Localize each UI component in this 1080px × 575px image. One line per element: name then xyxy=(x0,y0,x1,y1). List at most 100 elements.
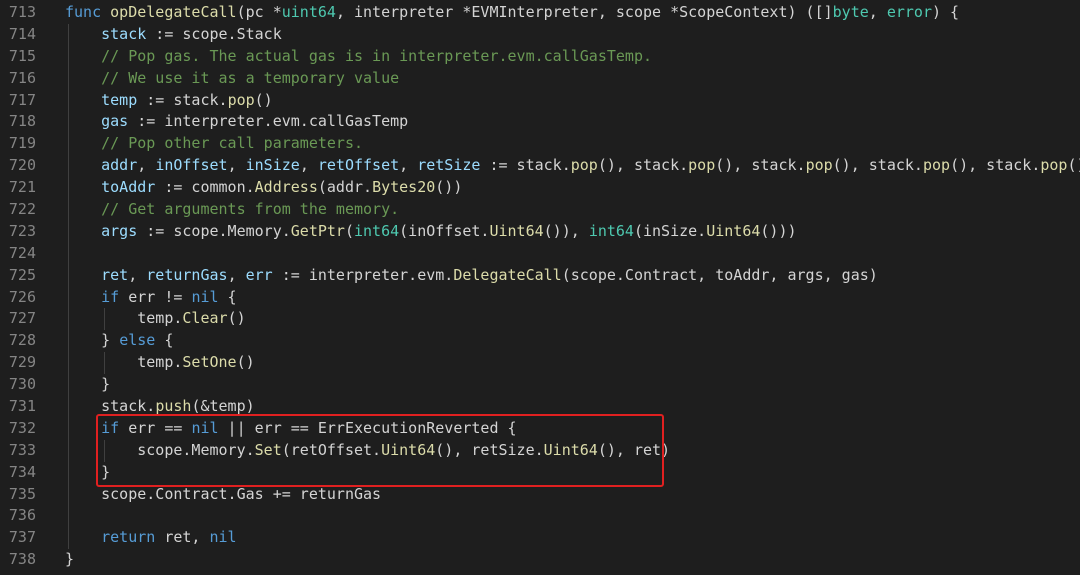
code-text: if err != nil { xyxy=(65,287,237,309)
code-token: temp. xyxy=(137,309,183,328)
code-token: inSize xyxy=(245,156,300,175)
code-token: ()) xyxy=(435,178,463,197)
code-text: stack.push(&temp) xyxy=(65,396,255,418)
line-number: 738 xyxy=(8,550,36,569)
code-token: Set xyxy=(254,440,282,459)
code-text: scope.Contract.Gas += returnGas xyxy=(65,484,381,506)
code-line: 738} xyxy=(0,549,1080,571)
code-text: scope.Memory.Set(retOffset.Uint64(), ret… xyxy=(65,440,670,462)
code-token: { xyxy=(218,287,237,306)
code-token: args xyxy=(101,221,138,240)
code-token: := stack. xyxy=(137,90,228,109)
code-token: (inSize. xyxy=(633,221,707,240)
code-token: } xyxy=(101,462,111,481)
code-token: if xyxy=(101,287,120,306)
code-token: err == xyxy=(119,418,192,437)
code-line: 716 // We use it as a temporary value xyxy=(0,67,1080,90)
indent-guide xyxy=(68,505,69,528)
code-token: (), stack. xyxy=(832,156,923,175)
code-text: temp := stack.pop() xyxy=(65,90,273,112)
code-token: := interpreter.evm.callGasTemp xyxy=(128,112,409,131)
code-token: stack xyxy=(101,24,147,43)
line-number: 733 xyxy=(8,440,36,459)
code-token: , xyxy=(227,156,246,175)
code-token: || err == ErrExecutionReverted { xyxy=(218,418,517,437)
code-line: 731 stack.push(&temp) xyxy=(0,396,1080,418)
code-line: 729 temp.SetOne() xyxy=(0,352,1080,375)
line-number: 723 xyxy=(8,221,36,240)
code-token: inOffset xyxy=(155,156,228,175)
code-text: } else { xyxy=(65,330,173,352)
code-token: Uint64 xyxy=(489,221,544,240)
line-number: 732 xyxy=(8,418,36,437)
code-token: (), retSize. xyxy=(435,440,544,459)
line-number: 728 xyxy=(8,331,36,350)
code-token: ( xyxy=(344,221,354,240)
code-line: 737 return ret, nil xyxy=(0,527,1080,550)
code-line: 724 xyxy=(0,242,1080,265)
code-text: toAddr := common.Address(addr.Bytes20()) xyxy=(65,177,462,199)
code-token: return xyxy=(101,528,156,547)
code-token: ()), xyxy=(543,221,589,240)
code-token: (addr. xyxy=(317,178,373,197)
code-token: , xyxy=(227,265,246,284)
line-number: 730 xyxy=(8,375,36,394)
indent-guide xyxy=(68,242,69,265)
code-line: 726 if err != nil { xyxy=(0,286,1080,309)
line-number: 714 xyxy=(8,24,36,43)
code-token: byte xyxy=(832,3,869,21)
code-token: := scope.Stack xyxy=(146,24,282,43)
code-text: if err == nil || err == ErrExecutionReve… xyxy=(65,418,517,440)
line-number: 729 xyxy=(8,353,36,372)
code-line: 713 func opDelegateCall(pc *uint64, inter… xyxy=(0,2,1080,24)
code-token: else xyxy=(119,331,156,350)
code-token: { xyxy=(155,331,174,350)
code-token: uint64 xyxy=(281,3,336,21)
code-editor[interactable]: 713 func opDelegateCall(pc *uint64, inter… xyxy=(0,2,1080,575)
code-token: pop xyxy=(688,156,716,175)
code-line: 721 toAddr := common.Address(addr.Bytes2… xyxy=(0,177,1080,200)
code-token: error xyxy=(886,3,932,21)
code-token: temp xyxy=(101,90,138,109)
code-line: 717 temp := stack.pop() xyxy=(0,89,1080,112)
code-token: , xyxy=(137,156,156,175)
code-token: pop xyxy=(805,156,833,175)
code-text: // Get arguments from the memory. xyxy=(65,199,399,221)
line-number: 736 xyxy=(8,506,36,525)
code-token: // Pop other call parameters. xyxy=(101,134,364,153)
code-token: () xyxy=(1067,156,1080,175)
code-token: GetPtr xyxy=(290,221,345,240)
code-text: temp.Clear() xyxy=(65,308,245,330)
code-token: err != xyxy=(119,287,192,306)
code-token: Bytes20 xyxy=(372,178,436,197)
line-number: 727 xyxy=(8,309,36,328)
code-token: pop xyxy=(1040,156,1068,175)
line-number: 716 xyxy=(8,68,36,87)
code-token: (), ret) xyxy=(597,440,671,459)
code-token: stack. xyxy=(101,397,156,416)
code-line: 732 if err == nil || err == ErrExecution… xyxy=(0,417,1080,440)
code-token: ret xyxy=(101,265,129,284)
line-number: 731 xyxy=(8,397,36,416)
code-token: scope.Memory. xyxy=(137,440,255,459)
code-token: () xyxy=(254,90,273,109)
code-token: := common. xyxy=(155,178,255,197)
code-token: gas xyxy=(101,112,129,131)
code-line: 714 stack := scope.Stack xyxy=(0,23,1080,46)
code-line: 736 xyxy=(0,505,1080,528)
line-number: 734 xyxy=(8,462,36,481)
code-token: := scope.Memory. xyxy=(137,221,291,240)
line-number: 735 xyxy=(8,484,36,503)
code-text: return ret, nil xyxy=(65,527,236,549)
code-token: (pc * xyxy=(236,3,282,21)
code-token: Address xyxy=(254,178,318,197)
code-token: temp. xyxy=(137,353,183,372)
code-token: retSize xyxy=(417,156,481,175)
line-number: 725 xyxy=(8,265,36,284)
code-line: 735 scope.Contract.Gas += returnGas xyxy=(0,483,1080,506)
code-token: push xyxy=(155,397,192,416)
code-token: pop xyxy=(570,156,598,175)
line-number: 737 xyxy=(8,528,36,547)
line-number: 721 xyxy=(8,178,36,197)
line-number: 726 xyxy=(8,287,36,306)
